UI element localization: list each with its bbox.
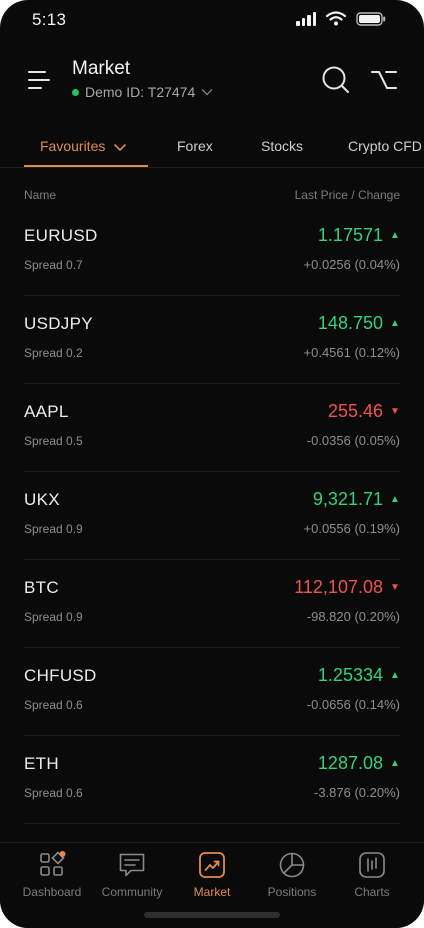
price-change: -3.876 (0.20%) bbox=[314, 785, 400, 800]
candles-icon bbox=[359, 852, 385, 878]
instrument-row[interactable]: EURUSD Spread 0.7 1.17571 ▲ +0.0256 (0.0… bbox=[24, 208, 400, 296]
nav-charts[interactable]: Charts bbox=[332, 851, 412, 905]
price-change: -98.820 (0.20%) bbox=[306, 609, 400, 624]
list-header: Name Last Price / Change bbox=[0, 188, 424, 206]
app-screen: 5:13 Market Demo ID: T27474 Favourites F… bbox=[0, 0, 424, 928]
page-title: Market bbox=[72, 58, 131, 79]
status-icons bbox=[296, 11, 386, 26]
column-header-price: Last Price / Change bbox=[294, 188, 400, 202]
nav-label: Positions bbox=[267, 885, 317, 899]
last-price: 9,321.71 bbox=[312, 489, 383, 509]
tab-forex[interactable]: Forex bbox=[177, 138, 213, 154]
instrument-row[interactable]: AAPL Spread 0.5 255.46 ▼ -0.0356 (0.05%) bbox=[24, 384, 400, 472]
nav-community[interactable]: Community bbox=[92, 851, 172, 905]
account-label: Demo ID: T27474 bbox=[85, 84, 196, 100]
price-change: +0.0256 (0.04%) bbox=[303, 257, 400, 272]
nav-label: Charts bbox=[354, 885, 390, 899]
tab-crypto-cfd[interactable]: Crypto CFD bbox=[348, 138, 422, 154]
instrument-symbol: BTC bbox=[24, 578, 59, 597]
instrument-row[interactable]: UKX Spread 0.9 9,321.71 ▲ +0.0556 (0.19%… bbox=[24, 472, 400, 560]
last-price: 255.46 bbox=[327, 401, 383, 421]
pie-chart-icon bbox=[279, 852, 305, 878]
nav-label: Market bbox=[193, 885, 231, 899]
tab-favourites[interactable]: Favourites bbox=[40, 138, 127, 154]
price-group: 9,321.71 ▲ bbox=[313, 489, 400, 510]
last-price: 1.25334 bbox=[317, 665, 383, 685]
search-icon[interactable] bbox=[320, 64, 352, 96]
filter-icon[interactable] bbox=[370, 66, 398, 94]
price-group: 255.46 ▼ bbox=[328, 401, 400, 422]
price-group: 1.17571 ▲ bbox=[318, 225, 400, 246]
nav-label: Dashboard bbox=[22, 885, 82, 899]
cellular-signal-icon bbox=[296, 11, 316, 26]
instrument-spread: Spread 0.6 bbox=[24, 786, 83, 800]
trend-icon bbox=[199, 852, 225, 878]
instrument-spread: Spread 0.2 bbox=[24, 346, 83, 360]
price-change: +0.0556 (0.19%) bbox=[303, 521, 400, 536]
home-indicator[interactable] bbox=[144, 912, 280, 918]
arrow-up-icon: ▲ bbox=[390, 318, 400, 329]
chevron-down-icon bbox=[201, 89, 213, 96]
instrument-symbol: CHFUSD bbox=[24, 666, 97, 685]
arrow-up-icon: ▲ bbox=[390, 758, 400, 769]
arrow-up-icon: ▲ bbox=[390, 230, 400, 241]
instrument-symbol: AAPL bbox=[24, 402, 69, 421]
dashboard-icon bbox=[40, 851, 66, 876]
instrument-row[interactable]: CHFUSD Spread 0.6 1.25334 ▲ -0.0656 (0.1… bbox=[24, 648, 400, 736]
account-status-dot bbox=[72, 88, 79, 96]
wifi-icon bbox=[326, 11, 346, 26]
category-tabs: Favourites Forex Stocks Crypto CFD bbox=[0, 128, 424, 168]
status-time: 5:13 bbox=[32, 10, 67, 29]
price-group: 112,107.08 ▼ bbox=[294, 577, 400, 598]
instrument-symbol: EURUSD bbox=[24, 226, 98, 245]
instrument-row[interactable]: USDJPY Spread 0.2 148.750 ▲ +0.4561 (0.1… bbox=[24, 296, 400, 384]
instrument-symbol: USDJPY bbox=[24, 314, 93, 333]
nav-label: Community bbox=[101, 885, 163, 899]
arrow-down-icon: ▼ bbox=[390, 406, 400, 417]
price-group: 1.25334 ▲ bbox=[318, 665, 400, 686]
chevron-down-icon bbox=[114, 143, 127, 151]
price-change: -0.0356 (0.05%) bbox=[306, 433, 400, 448]
tab-stocks[interactable]: Stocks bbox=[261, 138, 303, 154]
instrument-symbol: UKX bbox=[24, 490, 60, 509]
last-price: 112,107.08 bbox=[294, 577, 383, 597]
instrument-spread: Spread 0.6 bbox=[24, 698, 83, 712]
last-price: 148.750 bbox=[317, 313, 383, 333]
instrument-symbol: ETH bbox=[24, 754, 59, 773]
column-header-name: Name bbox=[24, 188, 57, 202]
menu-icon[interactable] bbox=[24, 66, 52, 94]
last-price: 1287.08 bbox=[317, 753, 383, 773]
instrument-spread: Spread 0.7 bbox=[24, 258, 83, 272]
status-bar: 5:13 bbox=[0, 0, 424, 40]
price-group: 148.750 ▲ bbox=[318, 313, 400, 334]
price-group: 1287.08 ▲ bbox=[318, 753, 400, 774]
nav-positions[interactable]: Positions bbox=[252, 851, 332, 905]
battery-icon bbox=[356, 11, 386, 26]
price-change: +0.4561 (0.12%) bbox=[303, 345, 400, 360]
instrument-spread: Spread 0.5 bbox=[24, 434, 83, 448]
active-tab-indicator bbox=[24, 165, 148, 167]
arrow-up-icon: ▲ bbox=[390, 670, 400, 681]
instrument-row[interactable]: ETH Spread 0.6 1287.08 ▲ -3.876 (0.20%) bbox=[24, 736, 400, 824]
app-header: Market Demo ID: T27474 bbox=[0, 50, 424, 114]
instrument-spread: Spread 0.9 bbox=[24, 522, 83, 536]
arrow-up-icon: ▲ bbox=[390, 494, 400, 505]
price-change: -0.0656 (0.14%) bbox=[306, 697, 400, 712]
instrument-spread: Spread 0.9 bbox=[24, 610, 83, 624]
last-price: 1.17571 bbox=[317, 225, 383, 245]
nav-dashboard[interactable]: Dashboard bbox=[12, 851, 92, 905]
nav-market[interactable]: Market bbox=[172, 851, 252, 905]
account-selector[interactable]: Demo ID: T27474 bbox=[72, 84, 213, 100]
instrument-row[interactable]: BTC Spread 0.9 112,107.08 ▼ -98.820 (0.2… bbox=[24, 560, 400, 648]
tab-favourites-label: Favourites bbox=[40, 138, 106, 154]
chat-icon bbox=[119, 853, 145, 877]
arrow-down-icon: ▼ bbox=[390, 582, 400, 593]
